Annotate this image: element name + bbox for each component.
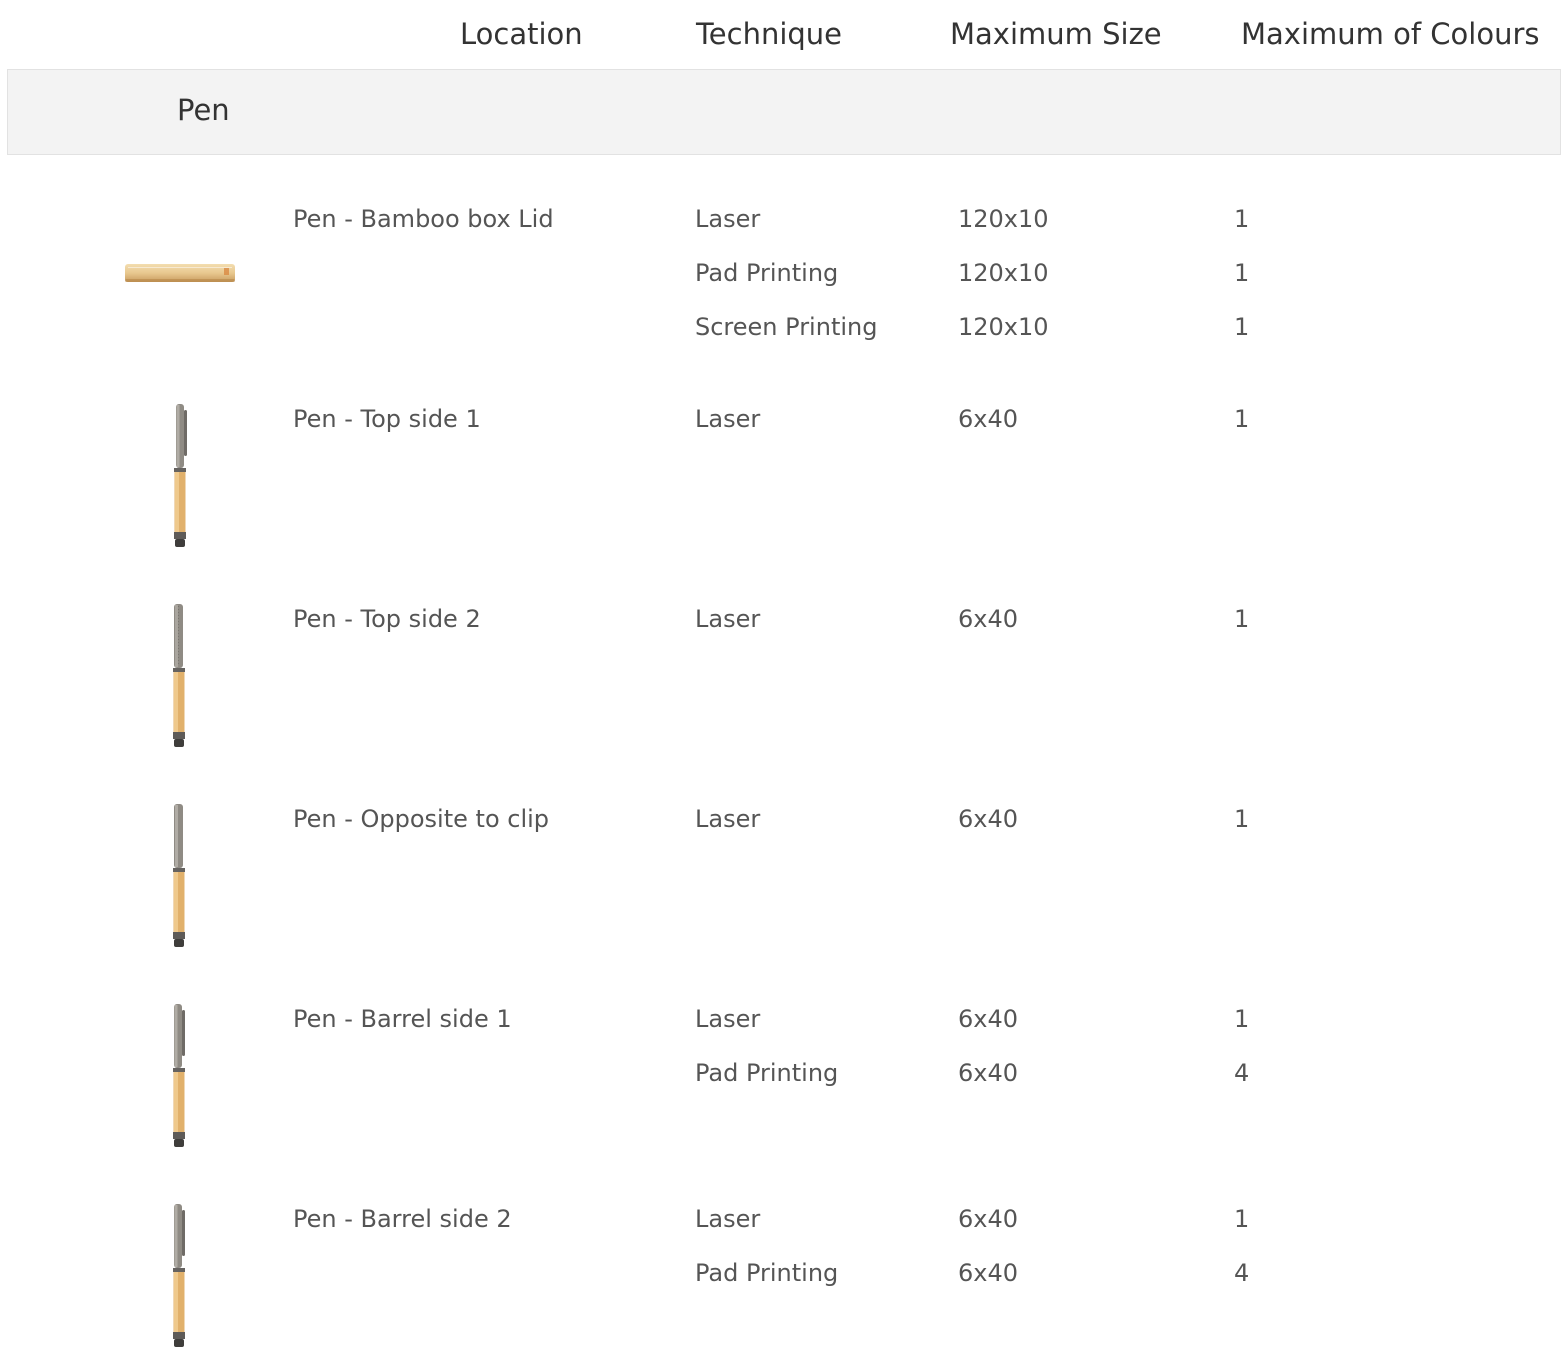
table-row: Pen - Barrel side 2 Laser 6x40 1 Pad Pri… [0, 1172, 1563, 1372]
table-row: Pen - Top side 1 Laser 6x40 1 [0, 372, 1563, 572]
technique-name: Laser [695, 205, 761, 233]
table-row: Pen - Opposite to clip Laser 6x40 1 [0, 772, 1563, 972]
technique-name: Laser [695, 1005, 761, 1033]
technique-line: Laser 6x40 1 [0, 804, 1563, 858]
table-row: Pen - Bamboo box Lid Laser 120x10 1 Pad … [0, 172, 1563, 372]
pen-image [173, 604, 185, 747]
group-title: Pen [177, 93, 230, 127]
maximum-size-value: 6x40 [958, 1059, 1019, 1087]
table-row: Pen - Barrel side 1 Laser 6x40 1 Pad Pri… [0, 972, 1563, 1172]
table-row: Pen - Top side 2 Laser 6x40 1 [0, 572, 1563, 772]
maximum-colours-value: 4 [1234, 1059, 1250, 1087]
technique-line: Laser 6x40 1 [0, 1004, 1563, 1058]
technique-line: Pad Printing 120x10 1 [0, 258, 1563, 312]
technique-line: Laser 6x40 1 [0, 1204, 1563, 1258]
technique-name: Laser [695, 405, 761, 433]
maximum-size-value: 120x10 [958, 313, 1049, 341]
maximum-colours-value: 1 [1234, 259, 1250, 287]
technique-line: Screen Printing 120x10 1 [0, 312, 1563, 366]
maximum-colours-value: 4 [1234, 1259, 1250, 1287]
maximum-size-value: 6x40 [958, 1205, 1019, 1233]
header-location: Location [460, 17, 583, 51]
pen-image [174, 404, 187, 547]
maximum-colours-value: 1 [1234, 1005, 1250, 1033]
pen-image [173, 804, 185, 947]
technique-line: Laser 6x40 1 [0, 404, 1563, 458]
maximum-colours-value: 1 [1234, 805, 1250, 833]
maximum-colours-value: 1 [1234, 1205, 1250, 1233]
maximum-size-value: 120x10 [958, 259, 1049, 287]
header-maximum-size: Maximum Size [950, 17, 1162, 51]
maximum-colours-value: 1 [1234, 205, 1250, 233]
technique-name: Laser [695, 805, 761, 833]
group-header-pen: Pen [7, 69, 1561, 155]
technique-name: Pad Printing [695, 259, 839, 287]
header-maximum-colours: Maximum of Colours [1241, 17, 1540, 51]
technique-line: Pad Printing 6x40 4 [0, 1058, 1563, 1112]
maximum-size-value: 6x40 [958, 405, 1019, 433]
maximum-size-value: 6x40 [958, 1005, 1019, 1033]
maximum-size-value: 6x40 [958, 805, 1019, 833]
technique-line: Pad Printing 6x40 4 [0, 1258, 1563, 1312]
maximum-size-value: 6x40 [958, 605, 1019, 633]
table-header: Location Technique Maximum Size Maximum … [0, 0, 1563, 68]
technique-name: Laser [695, 605, 761, 633]
maximum-size-value: 6x40 [958, 1259, 1019, 1287]
technique-name: Pad Printing [695, 1259, 839, 1287]
maximum-size-value: 120x10 [958, 205, 1049, 233]
technique-name: Laser [695, 1205, 761, 1233]
technique-line: Laser 6x40 1 [0, 604, 1563, 658]
technique-line: Laser 120x10 1 [0, 204, 1563, 258]
maximum-colours-value: 1 [1234, 313, 1250, 341]
technique-name: Pad Printing [695, 1059, 839, 1087]
maximum-colours-value: 1 [1234, 605, 1250, 633]
technique-name: Screen Printing [695, 313, 878, 341]
header-technique: Technique [696, 17, 843, 51]
maximum-colours-value: 1 [1234, 405, 1250, 433]
